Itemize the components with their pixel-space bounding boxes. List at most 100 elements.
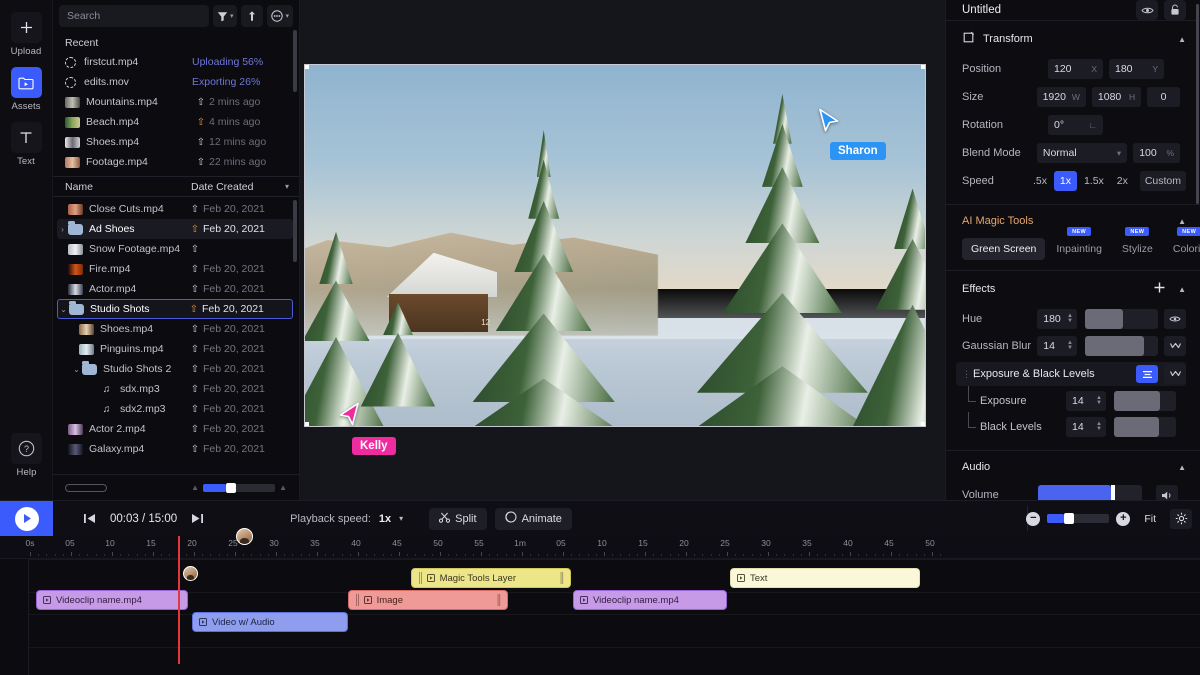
filter-icon[interactable]: ▾ [213,5,238,27]
audio-section-header[interactable]: Audio ▲ [962,461,1186,473]
clip-handle-left[interactable]: ║ [417,573,423,584]
chevron-up-icon[interactable]: ▲ [1178,285,1186,294]
timeline-zoom-slider[interactable] [1047,514,1109,523]
exposure-input[interactable]: 14 ▲▼ [1066,391,1106,411]
size-extra-input[interactable]: 0 [1147,87,1180,107]
table-row[interactable]: ♫ sdx2.mp3 ⇧ Feb 20, 2021 [57,399,293,419]
stepper-arrows[interactable]: ▲▼ [1096,396,1102,406]
timeline[interactable]: 0s 05 10 15 20 25 30 35 40 45 50 55 1m 0… [0,536,1200,675]
rail-item-help[interactable]: ? Help [0,427,53,482]
lock-icon[interactable] [1164,0,1186,20]
table-row[interactable]: › Ad Shoes ⇧ Feb 20, 2021 [57,219,293,239]
upload-icon[interactable] [241,5,263,27]
speed-option-0.5x[interactable]: .5x [1028,171,1052,191]
black-levels-input[interactable]: 14 ▲▼ [1066,417,1106,437]
chevron-up-icon[interactable]: ▲ [1178,217,1186,226]
slider-knob[interactable] [1064,513,1074,524]
rail-item-text[interactable]: Text [0,116,53,171]
levels-icon[interactable] [1136,365,1158,383]
clip-handle-right[interactable]: ║ [495,595,501,606]
minus-circle-icon[interactable]: − [1026,512,1040,526]
effect-group-exposure-black-levels[interactable]: ⋮⋮ Exposure & Black Levels [956,362,1186,386]
resize-handle-br[interactable] [921,422,926,427]
stepper-arrows[interactable]: ▲▼ [1067,341,1073,351]
split-button[interactable]: Split [429,508,486,530]
table-row[interactable]: Actor.mp4 ⇧ Feb 20, 2021 [57,279,293,299]
chevron-up-icon[interactable]: ▲ [1178,35,1186,44]
table-row-selected[interactable]: ⌄ Studio Shots ⇧ Feb 20, 2021 [57,299,293,319]
more-options-icon[interactable]: ▾ [267,5,293,27]
tab-stylize[interactable]: NEW Stylize [1113,238,1162,260]
clip-handle-right[interactable]: ║ [558,573,564,584]
inspector-scrollbar[interactable] [1196,4,1200,204]
hue-slider[interactable] [1085,309,1158,329]
timeline-tracks[interactable]: ║ Magic Tools Layer ║ Text Videoclip nam… [0,559,1200,675]
table-row[interactable]: ⌄ Studio Shots 2 ⇧ Feb 20, 2021 [57,359,293,379]
playhead[interactable] [178,536,180,664]
table-row[interactable]: Shoes.mp4 ⇧ Feb 20, 2021 [57,319,293,339]
slider-knob[interactable] [226,483,236,493]
position-x-input[interactable]: 120 X [1048,59,1103,79]
chevron-up-icon[interactable]: ▲ [1178,463,1186,472]
page-title[interactable]: Untitled [962,4,1001,16]
resize-handle-tr[interactable] [921,64,926,69]
collapse-caret[interactable]: ⌄ [71,365,82,374]
timeline-clip-videoclip-2[interactable]: Videoclip name.mp4 [573,590,727,610]
table-row[interactable]: Snow Footage.mp4 ⇧ [57,239,293,259]
table-row[interactable]: ♫ sdx.mp3 ⇧ Feb 20, 2021 [57,379,293,399]
gear-icon[interactable] [1170,509,1192,529]
recent-scrollbar[interactable] [293,30,297,92]
play-button[interactable] [0,501,53,537]
chevron-down-icon[interactable]: ▾ [285,182,289,191]
collaborator-avatar-timeline[interactable] [183,566,198,581]
preview-stage[interactable]: 12 [300,0,945,500]
gaussian-blur-slider[interactable] [1085,336,1158,356]
add-effect-button[interactable] [1153,281,1166,297]
timeline-ruler[interactable]: 0s 05 10 15 20 25 30 35 40 45 50 55 1m 0… [0,536,1200,559]
skip-next-icon[interactable] [191,513,204,524]
list-item[interactable]: Beach.mp4 ⇧ 4 mins ago [59,112,293,132]
timeline-clip-text[interactable]: Text [730,568,920,588]
gaussian-blur-input[interactable]: 14 ▲▼ [1037,336,1077,356]
transform-section-header[interactable]: Transform ▲ [962,31,1186,47]
drag-handle-icon[interactable]: ⋮⋮ [962,369,970,380]
rail-item-assets[interactable]: Assets [0,61,53,116]
table-row[interactable]: Pinguins.mp4 ⇧ Feb 20, 2021 [57,339,293,359]
opacity-input[interactable]: 100 % [1133,143,1180,163]
rotation-input[interactable]: 0° ∟ [1048,115,1103,135]
collapse-caret[interactable]: ⌄ [58,305,69,314]
list-item[interactable]: Footage.mp4 ⇧ 22 mins ago [59,152,293,172]
plus-circle-icon[interactable]: + [1116,512,1130,526]
size-width-input[interactable]: 1920 W [1037,87,1086,107]
eye-icon[interactable] [1136,0,1158,20]
size-height-input[interactable]: 1080 H [1092,87,1141,107]
resize-handle-tl[interactable] [304,64,309,69]
hue-input[interactable]: 180 ▲▼ [1037,309,1077,329]
black-levels-slider[interactable] [1114,417,1176,437]
table-row[interactable]: Actor 2.mp4 ⇧ Feb 20, 2021 [57,419,293,439]
collaborator-avatar-ruler[interactable] [236,528,253,545]
ai-magic-tools-header[interactable]: AI Magic Tools ▲ [962,215,1186,227]
speed-option-1.5x[interactable]: 1.5x [1079,171,1109,191]
fit-button[interactable]: Fit [1137,509,1163,529]
resize-handle-bl[interactable] [304,422,309,427]
list-item[interactable]: Shoes.mp4 ⇧ 12 mins ago [59,132,293,152]
view-toggle-pill[interactable] [65,484,107,492]
keyframe-icon[interactable] [1164,364,1186,384]
timeline-clip-videoclip-1[interactable]: Videoclip name.mp4 [36,590,188,610]
speed-custom-button[interactable]: Custom [1140,171,1186,191]
video-preview-frame[interactable]: 12 [304,64,926,427]
tree-scrollbar[interactable] [293,200,297,262]
expand-caret[interactable]: › [57,225,68,234]
animate-button[interactable]: Animate [495,508,572,530]
table-row[interactable]: Close Cuts.mp4 ⇧ Feb 20, 2021 [57,199,293,219]
tab-green-screen[interactable]: Green Screen [962,238,1045,260]
stepper-arrows[interactable]: ▲▼ [1067,314,1073,324]
skip-previous-icon[interactable] [83,513,96,524]
blend-mode-select[interactable]: Normal ▾ [1037,143,1127,163]
eye-icon[interactable] [1164,309,1186,329]
thumbnail-size-slider[interactable]: ▲ ▲ [191,483,287,492]
column-header-name[interactable]: Name [65,181,191,193]
table-row[interactable]: Galaxy.mp4 ⇧ Feb 20, 2021 [57,439,293,459]
tab-colorize[interactable]: NEW Coloriz [1164,238,1200,260]
